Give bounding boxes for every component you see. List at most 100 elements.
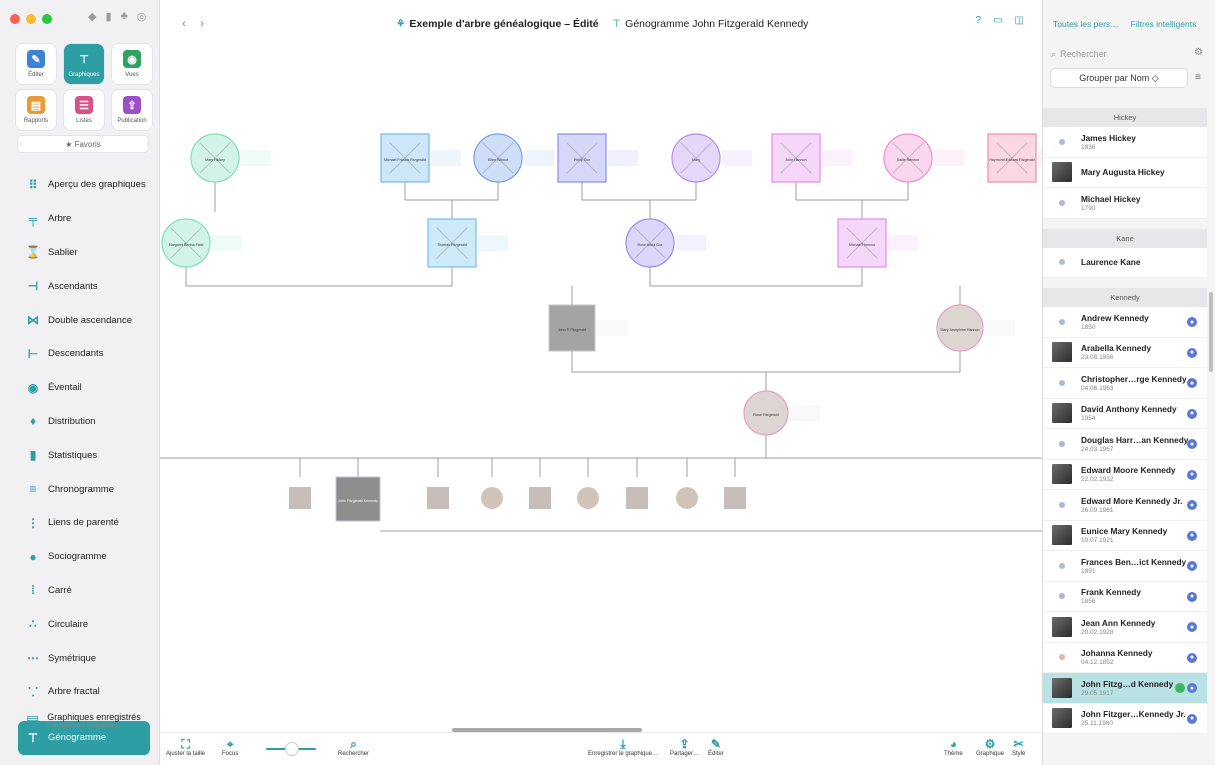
group-by-select[interactable]: Grouper par Nom ◇: [1051, 69, 1187, 87]
person-row[interactable]: Frank Kennedy 1856 ●: [1043, 581, 1207, 612]
fit-button[interactable]: ⛶ Ajuster la taille: [166, 737, 205, 757]
genogram-node[interactable]: Mary Josephine Hannon: [936, 304, 1015, 352]
tag-icon[interactable]: ◆: [88, 10, 96, 23]
child-node[interactable]: [481, 487, 503, 509]
genogram-node[interactable]: John F. Fitzgerald: [548, 304, 627, 352]
globe-icon[interactable]: ◎: [137, 10, 147, 23]
genogram-node[interactable]: Philip Cox: [557, 133, 638, 183]
child-node[interactable]: [529, 487, 551, 509]
theme-button[interactable]: ◕ Thème: [944, 737, 963, 757]
sidebar-item-timeline[interactable]: ≡ Chronogramme: [18, 472, 150, 506]
back-arrow-icon[interactable]: ‹: [182, 16, 186, 30]
genogram-node[interactable]: Thomas Fitzgerald: [427, 218, 508, 268]
person-row[interactable]: Mary Augusta Hickey: [1043, 157, 1207, 188]
gear-icon[interactable]: ⚙: [1194, 47, 1203, 58]
tab-all-persons[interactable]: Toutes les pers…: [1053, 19, 1119, 29]
person-row[interactable]: Frances Ben…ict Kennedy 1891 ●: [1043, 551, 1207, 582]
sidebar-item-distribution[interactable]: ♦ Distribution: [18, 405, 150, 439]
genogram-node[interactable]: Michael Francis Fitzgerald: [380, 133, 461, 183]
child-node[interactable]: [577, 487, 599, 509]
sort-icon[interactable]: ≡: [1195, 72, 1201, 83]
child-node[interactable]: [289, 487, 311, 509]
family-icon[interactable]: ♣: [121, 10, 128, 23]
genogram-node[interactable]: Michael Hannon: [837, 218, 918, 268]
style-button[interactable]: ✂ Style: [1012, 737, 1025, 757]
tool-upload[interactable]: ⇪ Publication: [112, 90, 152, 130]
zoom-slider[interactable]: [252, 743, 332, 755]
sidebar-item-stats[interactable]: ▮ Statistiques: [18, 438, 150, 472]
person-row[interactable]: John Fitzger…Kennedy Jr. 25.11.1960 ●: [1043, 703, 1207, 734]
edit-button[interactable]: ✎ Éditer: [708, 737, 724, 757]
person-row[interactable]: Arabella Kennedy 23.08.1956 ●: [1043, 337, 1207, 368]
share-button[interactable]: ⇪ Partager…: [670, 737, 699, 757]
person-row[interactable]: Andrew Kennedy 1850 ●: [1043, 307, 1207, 338]
person-row[interactable]: David Anthony Kennedy 1954 ●: [1043, 398, 1207, 429]
genogram-node[interactable]: Margaret Bertha Field: [161, 218, 242, 268]
focus-button[interactable]: ⌖ Focus: [222, 737, 238, 757]
avatar: [1051, 494, 1073, 516]
person-row[interactable]: Douglas Harr…an Kennedy 24.03.1967 ●: [1043, 429, 1207, 460]
sidebar-item-double-ancestry[interactable]: ⋈ Double ascendance: [18, 303, 150, 337]
help-icon[interactable]: ?: [976, 15, 982, 26]
minimize-window-button[interactable]: [26, 14, 36, 24]
save-chart-button[interactable]: ⤓ Enregistrer le graphique…: [588, 737, 658, 757]
sidebar-item-ancestors[interactable]: ⊣ Ascendants: [18, 269, 150, 303]
sidebar-item-symmetric[interactable]: ⋯ Symétrique: [18, 641, 150, 675]
upload-icon: ⇪: [123, 96, 141, 114]
person-row[interactable]: Michael Hickey 1790: [1043, 188, 1207, 219]
chart-settings-button[interactable]: ⚙ Graphique: [976, 737, 1004, 757]
sidebar-item-descendants[interactable]: ⊢ Descendants: [18, 337, 150, 371]
person-row[interactable]: Christopher…rge Kennedy 04.06.1963 ●: [1043, 368, 1207, 399]
sidebar-item-fractal[interactable]: ⸪ Arbre fractal: [18, 675, 150, 709]
sidebar-item-tree[interactable]: ╤ Arbre: [18, 202, 150, 236]
zoom-window-button[interactable]: [42, 14, 52, 24]
genogram-node[interactable]: John Hannon: [771, 133, 852, 183]
tool-chart-tree[interactable]: ⊤ Graphiques: [64, 44, 104, 84]
sidebar-item-grid[interactable]: ⠿ Aperçu des graphiques: [18, 168, 150, 202]
split-view-icon[interactable]: ◫: [1015, 15, 1024, 26]
search-button[interactable]: ⌕ Rechercher: [338, 737, 369, 757]
child-node[interactable]: [676, 487, 698, 509]
sidebar-item-hourglass[interactable]: ⌛ Sablier: [18, 236, 150, 270]
child-node[interactable]: [427, 487, 449, 509]
person-row[interactable]: Edward More Kennedy Jr. 26.09.1961 ●: [1043, 490, 1207, 521]
vertical-scrollbar[interactable]: [1209, 292, 1213, 372]
genogram-node[interactable]: Sallie Hannon: [883, 133, 964, 183]
forward-arrow-icon[interactable]: ›: [200, 16, 204, 30]
tool-pencil[interactable]: ✎ Éditer: [16, 44, 56, 84]
genogram-node[interactable]: Mary: [671, 133, 752, 183]
tab-smart-filters[interactable]: Filtres intelligents: [1131, 19, 1197, 29]
child-node[interactable]: [724, 487, 746, 509]
favorites-button[interactable]: ★ Favoris: [18, 136, 148, 152]
genogram-node[interactable]: Raymond Edward Fitzgerald: [987, 133, 1042, 183]
tool-list[interactable]: ☰ Listes: [64, 90, 104, 130]
person-row[interactable]: James Hickey 1836: [1043, 127, 1207, 158]
tool-report[interactable]: ▤ Rapports: [16, 90, 56, 130]
genogram-node[interactable]: Ellen Wilmot: [473, 133, 554, 183]
person-row[interactable]: Laurence Kane: [1043, 247, 1207, 278]
grid-icon: ⠿: [28, 177, 38, 192]
zoom-slider-knob[interactable]: [286, 743, 298, 755]
sidebar-item-square[interactable]: ⁞ Carré: [18, 574, 150, 608]
sidebar-item-relationship[interactable]: ⋮ Liens de parenté: [18, 506, 150, 540]
person-row[interactable]: Jean Ann Kennedy 20.02.1928 ●: [1043, 612, 1207, 643]
person-row[interactable]: John Fitzg…d Kennedy 29.05.1917 ●: [1043, 673, 1207, 704]
genogram-canvas[interactable]: Mary Hickey Michael Francis Fitzgerald Ell…: [160, 40, 1042, 732]
person-row[interactable]: Eunice Mary Kennedy 10.07.1921 ●: [1043, 520, 1207, 551]
genogram-node[interactable]: Mary Hickey: [190, 133, 271, 183]
person-row[interactable]: Edward Moore Kennedy 22.02.1932 ●: [1043, 459, 1207, 490]
person-search-field[interactable]: ⌕ Rechercher: [1051, 45, 1201, 63]
genogram-node[interactable]: Rose Anna Cox: [625, 218, 706, 268]
sidebar-item-people[interactable]: ● Sociogramme: [18, 540, 150, 574]
person-row[interactable]: Johanna Kennedy 04.12.1852 ●: [1043, 642, 1207, 673]
sidebar-item-fan[interactable]: ◉ Éventail: [18, 371, 150, 405]
genogram-node[interactable]: Rose Fitzgerald: [743, 390, 820, 436]
group-header: Hickey: [1043, 108, 1207, 127]
window-icon[interactable]: ▭: [993, 15, 1002, 26]
saved-charts-item[interactable]: ▤ Graphiques enregistrés 0 graphiques en…: [26, 712, 141, 729]
child-node[interactable]: [626, 487, 648, 509]
bookmark-icon[interactable]: ▮: [105, 10, 111, 23]
sidebar-item-circular[interactable]: ∴ Circulaire: [18, 607, 150, 641]
close-window-button[interactable]: [10, 14, 20, 24]
tool-eye[interactable]: ◉ Vues: [112, 44, 152, 84]
